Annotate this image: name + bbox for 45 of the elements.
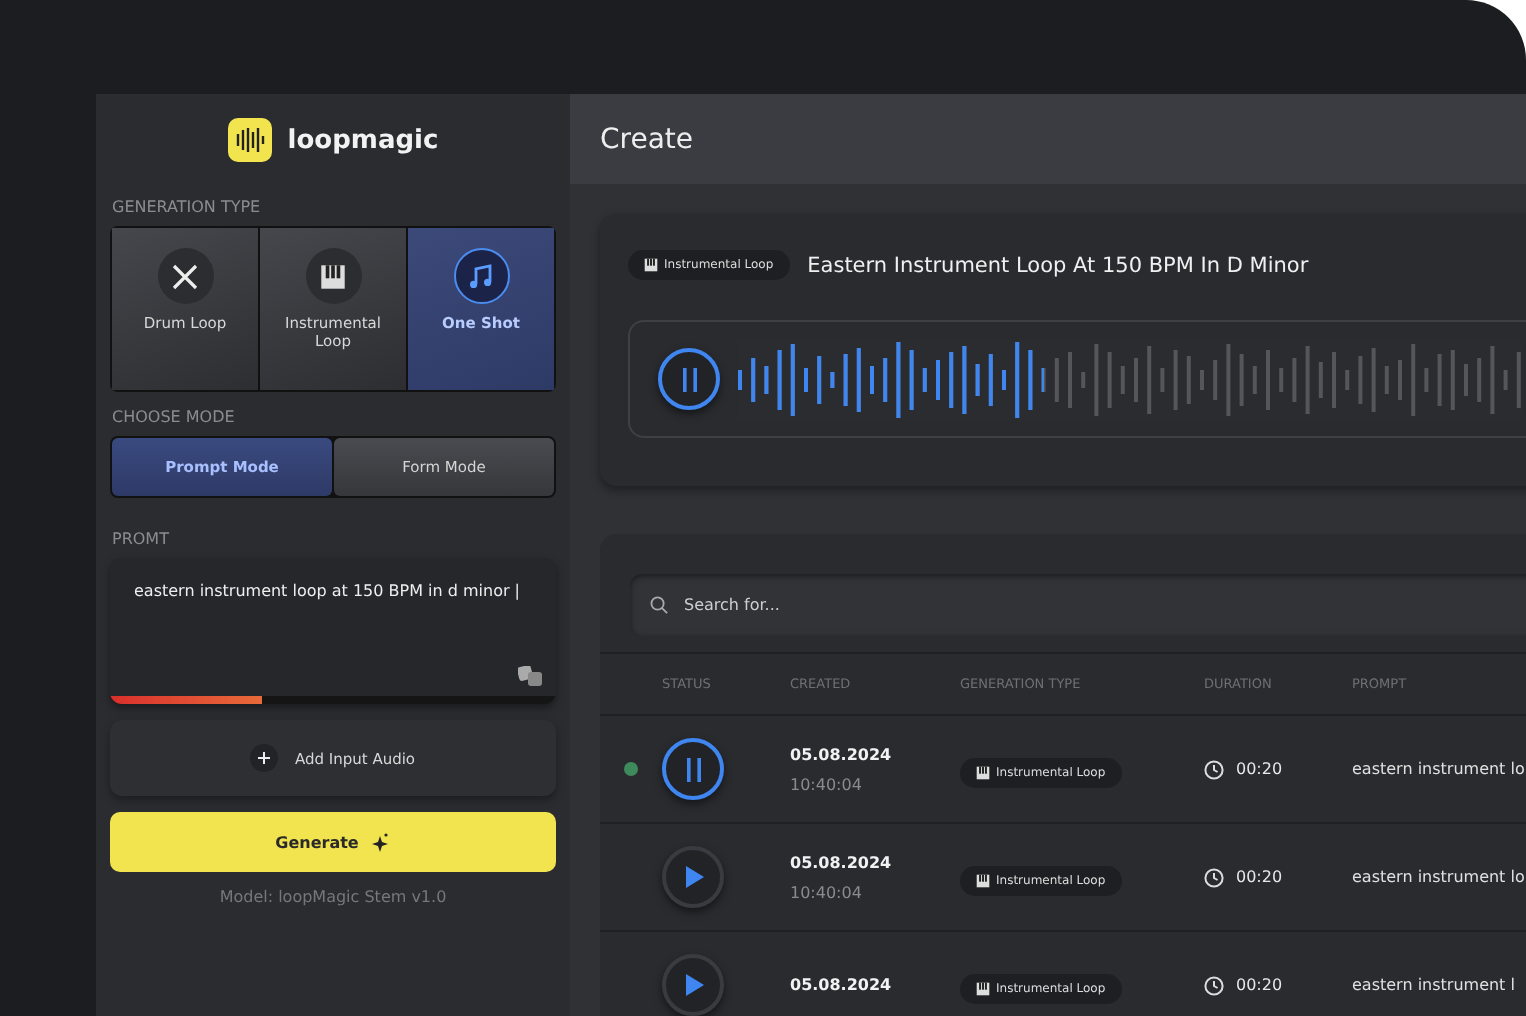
music-note-icon [468, 263, 494, 289]
clock-icon [1204, 759, 1224, 779]
model-caption: Model: loopMagic Stem v1.0 [217, 888, 449, 906]
section-label: CHOOSE MODE [112, 408, 237, 426]
play-icon [683, 866, 703, 888]
pause-icon [683, 757, 703, 781]
duration-text: 00:20 [1236, 976, 1283, 994]
brand-name: loopmagic [287, 125, 439, 155]
piano-icon [644, 258, 658, 272]
clock-icon [1204, 975, 1224, 995]
plus-icon [250, 744, 279, 772]
play-pause-button[interactable] [662, 954, 724, 1016]
search-field[interactable]: Search for... [630, 574, 1526, 636]
cross-icon [172, 263, 198, 289]
track-title: Eastern Instrument Loop At 150 BPM In D Minor [807, 253, 1309, 277]
duration-text: 00:20 [1236, 868, 1283, 886]
prompt-text: eastern instrument lo [1352, 868, 1526, 886]
page-title: Create [570, 94, 1526, 184]
section-label: PROMT [112, 530, 171, 548]
play-pause-button[interactable] [658, 348, 720, 410]
created-time: 10:40:04 [790, 883, 864, 901]
created-date: 05.08.2024 [790, 745, 894, 763]
dice-icon [518, 666, 542, 686]
play-pause-button[interactable] [662, 846, 724, 908]
created-date: 05.08.2024 [790, 976, 894, 994]
piano-icon [976, 982, 990, 996]
search-icon [650, 596, 668, 614]
prompt-text: eastern instrument l [1352, 976, 1517, 994]
created-date: 05.08.2024 [790, 853, 894, 871]
piano-icon [320, 263, 346, 289]
prompt-field[interactable]: eastern instrument loop at 150 BPM in d minor | [110, 558, 556, 704]
search-input[interactable]: Search for... [680, 594, 1526, 616]
piano-icon [976, 766, 990, 780]
prompt-text: eastern instrument lo [1352, 760, 1526, 778]
play-icon [683, 974, 703, 996]
piano-icon [976, 874, 990, 888]
logo-icon [227, 118, 272, 162]
play-pause-button[interactable] [662, 738, 724, 800]
pause-icon [679, 367, 699, 391]
duration-text: 00:20 [1236, 760, 1283, 778]
created-time: 10:40:04 [790, 775, 864, 793]
generate-button[interactable]: Generate [110, 812, 556, 872]
sparkle-icon [370, 832, 391, 852]
clock-icon [1204, 867, 1224, 887]
section-label: GENERATION TYPE [112, 198, 263, 216]
